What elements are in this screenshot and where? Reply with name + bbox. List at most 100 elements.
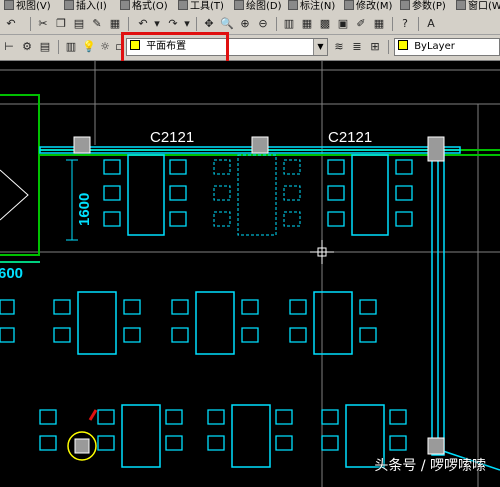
design-center-icon[interactable]: ▦ [300,17,314,31]
toolbar-separator [58,40,59,54]
watermark: 头条号 / 啰啰嗦嗦 [374,458,486,474]
tool-palettes-icon[interactable]: ▩ [318,17,332,31]
chair [395,159,413,175]
modify-menu-icon [344,0,354,10]
chair [97,409,115,425]
layer-previous-icon[interactable]: ≣ [350,40,364,54]
menu-view[interactable]: 视图(V) [4,0,51,14]
make-object-layer-current-icon[interactable]: ≋ [332,40,346,54]
markup-icon[interactable]: ✐ [354,17,368,31]
color-combo-value: ByLayer [414,41,455,52]
selected-chair [213,185,231,201]
dimension-style-icon[interactable]: ⊢ [2,40,16,54]
selected-chairs [213,159,301,227]
door-swing [0,169,29,221]
copy-icon[interactable]: ❐ [54,17,68,31]
bulb-on-icon[interactable]: 💡 [82,40,96,54]
menu-insert[interactable]: 插入(I) [64,0,107,14]
toolbar-separator [196,17,197,31]
pan-icon[interactable]: ✥ [202,17,216,31]
selected-chair [213,211,231,227]
chair [207,435,225,451]
selected-dining-table [237,154,277,236]
undo-icon[interactable]: ↶ [4,17,18,31]
chair [359,327,377,343]
toolbar-separator [30,17,31,31]
redo-arrow-icon[interactable]: ↷ [166,17,180,31]
chairs [0,159,413,451]
selected-chair [283,185,301,201]
undo-dropdown-icon[interactable]: ▾ [150,17,164,31]
sun-freeze-icon[interactable]: ☼ [98,40,112,54]
parameters-menu-icon [400,0,410,10]
drawing-canvas[interactable]: C2121 C2121 1600 600 [0,61,500,487]
dining-table [121,404,161,468]
block-editor-icon[interactable]: ▦ [108,17,122,31]
chair [171,299,189,315]
grip-arrow [88,409,98,421]
menu-dimension[interactable]: 标注(N) [288,0,335,14]
toolbar-separator [388,40,389,54]
crosshair-cursor [310,240,334,264]
chair [103,211,121,227]
layer-properties-icon[interactable]: ▥ [64,40,78,54]
toolbar-separator [392,17,393,31]
chair [169,159,187,175]
menu-modify[interactable]: 修改(M) [344,0,392,14]
zoom-previous-icon[interactable]: ⊖ [256,17,270,31]
green-walls [0,94,500,263]
menu-draw[interactable]: 绘图(D) [234,0,282,14]
dining-table [313,291,353,355]
chair [169,211,187,227]
dining-table [231,404,271,468]
layer-isolate-icon[interactable]: ⊞ [368,40,382,54]
chair [53,299,71,315]
chair [165,435,183,451]
chair [165,409,183,425]
match-properties-icon[interactable]: ✎ [90,17,104,31]
dimension-text-partial: 600 [0,265,23,282]
window-label-left: C2121 [150,129,194,146]
chair [0,327,15,343]
column [427,437,445,455]
dimension-menu-icon [288,0,298,10]
zoom-realtime-icon[interactable]: 🔍 [220,17,234,31]
tools-menu-icon [178,0,188,10]
undo-arrow-icon[interactable]: ↶ [136,17,150,31]
color-combo[interactable]: ByLayer [394,38,500,56]
chair [207,409,225,425]
quickcalc-icon[interactable]: ▦ [372,17,386,31]
properties-icon[interactable]: ▥ [282,17,296,31]
chair [359,299,377,315]
chair [395,211,413,227]
door-left [0,169,29,221]
layer-highlight-box [121,32,229,64]
cut-icon[interactable]: ✂ [36,17,50,31]
dining-table [351,154,389,236]
grip-square [74,438,90,454]
menu-parameters[interactable]: 参数(P) [400,0,446,14]
grid-lines [0,61,500,487]
selected-table [237,154,277,236]
chair [389,435,407,451]
help-icon[interactable]: ? [398,17,412,31]
chevron-down-icon[interactable]: ▼ [313,39,327,55]
dimension-text-vertical: 1600 [76,193,93,226]
zoom-window-icon[interactable]: ⊕ [238,17,252,31]
chair [39,409,57,425]
menu-tools[interactable]: 工具(T) [178,0,224,14]
text-style-icon[interactable]: A [424,17,438,31]
dining-table [77,291,117,355]
paste-icon[interactable]: ▤ [72,17,86,31]
menu-bar: 视图(V) 插入(I) 格式(O) 工具(T) 绘图(D) 标注(N) 修改(M… [0,0,500,14]
menu-window[interactable]: 窗口(W) [456,0,500,14]
menu-format[interactable]: 格式(O) [120,0,168,14]
grip-marker [67,409,98,461]
layer-states-icon[interactable]: ▤ [38,40,52,54]
chair [97,435,115,451]
chair [321,435,339,451]
redo-dropdown-icon[interactable]: ▾ [180,17,194,31]
settings-gear-icon[interactable]: ⚙ [20,40,34,54]
sheet-set-icon[interactable]: ▣ [336,17,350,31]
chair [275,409,293,425]
